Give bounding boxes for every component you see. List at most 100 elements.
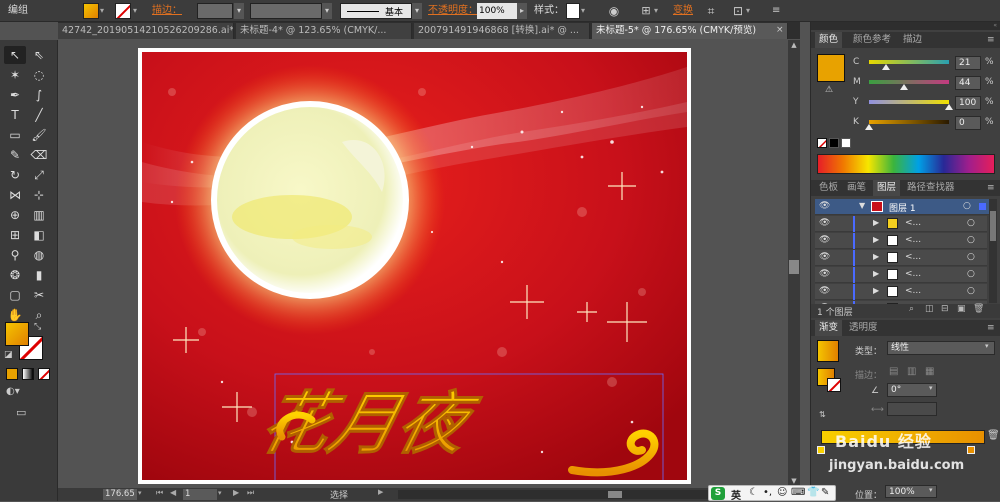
channel-value-field[interactable]: 0 bbox=[955, 116, 981, 130]
ime-moon-icon[interactable]: ☾ bbox=[749, 487, 758, 498]
fill-swatch[interactable] bbox=[83, 3, 99, 19]
sublayer-target-icon[interactable]: ○ bbox=[967, 269, 975, 279]
line-tool-icon[interactable]: ╱ bbox=[28, 106, 50, 124]
sublayer-expand-icon[interactable]: ▶ bbox=[873, 269, 879, 278]
sublayer-name[interactable]: <... bbox=[905, 218, 921, 228]
screen-mode-icon[interactable]: ▭ bbox=[16, 406, 36, 420]
artboard-tool-icon[interactable]: ▢ bbox=[4, 286, 26, 304]
rectangle-tool-icon[interactable]: ▭ bbox=[4, 126, 26, 144]
document-canvas[interactable]: 花月夜 ▲ ▼ bbox=[58, 40, 800, 488]
magic-wand-tool-icon[interactable]: ✶ bbox=[4, 66, 26, 84]
layers-scroll-thumb[interactable] bbox=[990, 211, 996, 241]
layer-visibility-icon[interactable]: 👁 bbox=[819, 201, 830, 211]
column-graph-tool-icon[interactable]: ▮ bbox=[28, 266, 50, 284]
channel-value-field[interactable]: 100 bbox=[955, 96, 981, 110]
tab-transparency[interactable]: 透明度 bbox=[845, 320, 882, 336]
none-color-swatch[interactable] bbox=[817, 138, 827, 148]
pencil-tool-icon[interactable]: ✎ bbox=[4, 146, 26, 164]
last-artboard-icon[interactable]: ⏭ bbox=[247, 488, 254, 498]
ime-skin-icon[interactable]: 👕 bbox=[807, 487, 819, 498]
isolate-dropdown[interactable]: ▾ bbox=[746, 3, 754, 19]
channel-slider[interactable] bbox=[869, 120, 949, 124]
sublayer-row[interactable]: 👁 ▶ <... ○ bbox=[815, 233, 987, 249]
doc-tab-3[interactable]: 200791491946868 [转换].ai* @ ... bbox=[414, 23, 590, 39]
variable-width-dropdown[interactable]: ▾ bbox=[322, 3, 332, 19]
doc-tab-1[interactable]: 42742_20190514210526209286.ai* bbox=[58, 23, 234, 39]
stroke-swatch[interactable] bbox=[115, 3, 131, 19]
channel-slider[interactable] bbox=[869, 100, 949, 104]
recolor-icon[interactable]: ◉ bbox=[606, 3, 622, 19]
fill-dropdown[interactable]: ▾ bbox=[100, 3, 108, 19]
sublayer-target-icon[interactable]: ○ bbox=[967, 235, 975, 245]
color-mode-button[interactable] bbox=[6, 368, 18, 380]
blend-tool-icon[interactable]: ◍ bbox=[28, 246, 50, 264]
artboard-number-field[interactable]: 1 bbox=[183, 489, 217, 500]
new-layer-icon[interactable]: ▣ bbox=[957, 304, 966, 314]
eyedropper-tool-icon[interactable]: ⚲ bbox=[4, 246, 26, 264]
white-swatch[interactable] bbox=[841, 138, 851, 148]
layer-row-1[interactable]: 👁 ▼ 图层 1 ○ bbox=[815, 199, 997, 215]
sublayer-row[interactable]: 👁 ▶ <... ○ bbox=[815, 250, 987, 266]
tab-layers[interactable]: 图层 bbox=[873, 180, 901, 196]
slice-tool-icon[interactable]: ✂ bbox=[28, 286, 50, 304]
tab-color[interactable]: 颜色 bbox=[815, 32, 843, 48]
gradient-aspect-field[interactable] bbox=[887, 402, 937, 416]
sublayer-expand-icon[interactable]: ▶ bbox=[873, 252, 879, 261]
layers-panel-menu-icon[interactable]: ≡ bbox=[987, 180, 995, 196]
sublayer-expand-icon[interactable]: ▶ bbox=[873, 218, 879, 227]
opacity-label[interactable]: 不透明度： bbox=[428, 3, 478, 19]
scroll-up-icon[interactable]: ▲ bbox=[789, 41, 799, 51]
tab-pathfinder[interactable]: 路径查找器 bbox=[903, 180, 959, 196]
sublayer-name[interactable]: <... bbox=[905, 269, 921, 279]
stroke-along-icon[interactable]: ▥ bbox=[907, 366, 916, 377]
angle-dropdown[interactable]: ▾ bbox=[929, 384, 933, 392]
sublayer-name[interactable]: <... bbox=[905, 235, 921, 245]
gradient-stroke-mini[interactable] bbox=[827, 378, 841, 392]
dock-collapse-icon[interactable]: « bbox=[811, 22, 1000, 30]
pen-tool-icon[interactable]: ✒ bbox=[4, 86, 26, 104]
none-mode-button[interactable] bbox=[38, 368, 50, 380]
transform-each-icon[interactable]: ⌗ bbox=[703, 3, 719, 19]
swap-colors-icon[interactable]: ⤡ bbox=[34, 322, 41, 332]
ime-language-label[interactable]: 英 bbox=[731, 487, 741, 502]
artwork[interactable]: 花月夜 bbox=[142, 52, 687, 480]
tab-gradient[interactable]: 渐变 bbox=[815, 320, 843, 336]
tab-color-guide[interactable]: 颜色参考 bbox=[849, 32, 895, 48]
scrollbar-thumb[interactable] bbox=[789, 260, 799, 274]
scale-tool-icon[interactable]: ⤢ bbox=[28, 166, 50, 184]
gradient-preview-swatch[interactable] bbox=[817, 340, 839, 362]
ime-tools-icon[interactable]: ✎ bbox=[821, 487, 829, 498]
tab-close-icon[interactable]: × bbox=[776, 25, 786, 35]
doc-tab-2[interactable]: 未标题-4* @ 123.65% (CMYK/... bbox=[236, 23, 412, 39]
gradient-tool-icon[interactable]: ◧ bbox=[28, 226, 50, 244]
ime-logo-icon[interactable]: S bbox=[711, 487, 725, 500]
sublayer-target-icon[interactable]: ○ bbox=[967, 252, 975, 262]
stroke-weight-dropdown[interactable]: ▾ bbox=[234, 3, 244, 19]
delete-stop-icon[interactable]: 🗑 bbox=[987, 430, 1000, 441]
sublayer-row[interactable]: 👁 ▶ <... ○ bbox=[815, 284, 987, 300]
sublayer-target-icon[interactable]: ○ bbox=[967, 218, 975, 228]
layer-name[interactable]: 图层 1 bbox=[889, 201, 916, 214]
channel-value-field[interactable]: 44 bbox=[955, 76, 981, 90]
tab-stroke[interactable]: 描边 bbox=[899, 32, 926, 48]
stroke-across-icon[interactable]: ▦ bbox=[925, 366, 934, 377]
brush-style-field[interactable]: 基本 bbox=[340, 3, 412, 19]
gradient-stop-left[interactable] bbox=[817, 446, 825, 454]
fill-color-box[interactable] bbox=[5, 322, 29, 346]
stroke-within-icon[interactable]: ▤ bbox=[889, 366, 898, 377]
artboard-dropdown[interactable]: ▾ bbox=[218, 489, 222, 497]
graphic-style-swatch[interactable] bbox=[566, 3, 580, 19]
first-artboard-icon[interactable]: ⏮ bbox=[156, 488, 163, 498]
type-tool-icon[interactable]: T bbox=[4, 106, 26, 124]
channel-slider[interactable] bbox=[869, 80, 949, 84]
new-sublayer-icon[interactable]: ⊟ bbox=[941, 304, 949, 314]
drawing-mode-icon[interactable]: ◐▾ bbox=[6, 386, 28, 400]
ime-keyboard-icon[interactable]: ⌨ bbox=[791, 487, 805, 498]
channel-slider-thumb[interactable] bbox=[865, 124, 873, 130]
free-transform-tool-icon[interactable]: ⊹ bbox=[28, 186, 50, 204]
shape-builder-tool-icon[interactable]: ⊕ bbox=[4, 206, 26, 224]
gradient-panel-menu-icon[interactable]: ≡ bbox=[987, 320, 995, 336]
doc-tab-4-active[interactable]: 未标题-5* @ 176.65% (CMYK/预览) bbox=[592, 23, 788, 39]
brush-style-dropdown[interactable]: ▾ bbox=[412, 3, 422, 19]
status-menu-icon[interactable]: ▶ bbox=[378, 488, 383, 496]
